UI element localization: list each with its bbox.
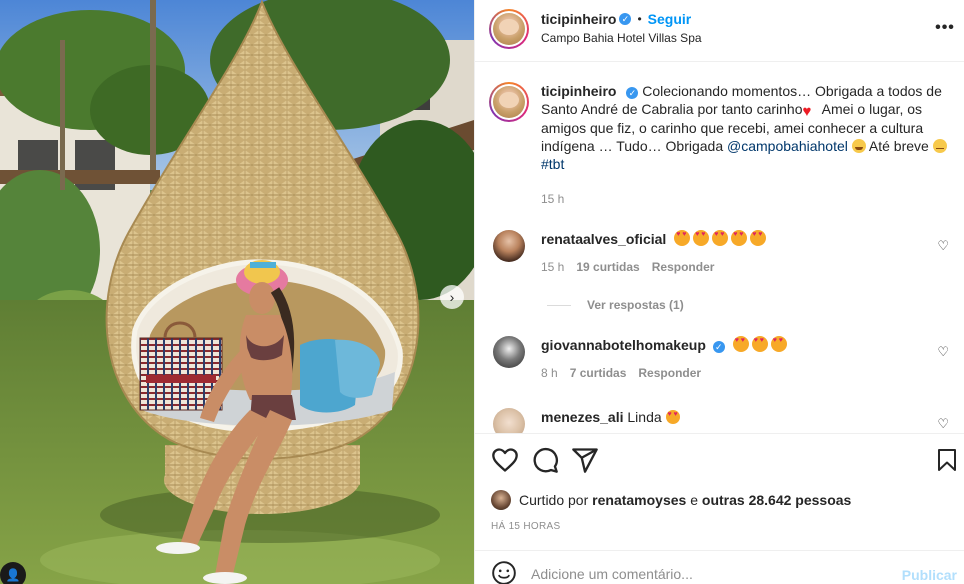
caption-hashtag-link[interactable]: #tbt [541,156,564,172]
commenter-avatar[interactable] [493,230,525,262]
caption-text-part-3: Até breve [865,138,933,154]
post-photo[interactable]: › 👤 [0,0,474,584]
verified-badge-icon: ✓ [619,13,632,25]
like-heart-icon[interactable] [491,446,519,474]
caption-mention-link[interactable]: @campobahiahotel [727,138,848,154]
add-comment-bar: Publicar [475,550,964,584]
red-heart-emoji-icon: ♥ [802,103,812,120]
publish-comment-button[interactable]: Publicar [902,567,957,583]
heart-eyes-emoji-icon [712,230,729,246]
likes-joiner: e [690,492,699,508]
view-replies-button[interactable]: Ver respostas (1) [547,298,684,312]
comment-username[interactable]: menezes_ali [541,409,624,425]
comment-item: menezes_ali Linda ♡ [489,408,959,433]
post-header: ticipinheiro ✓ • Seguir Campo Bahia Hote… [475,0,964,62]
author-avatar[interactable] [489,9,529,49]
replies-divider-line [547,304,571,306]
comment-like-count[interactable]: 19 curtidas [576,260,639,274]
post-location[interactable]: Campo Bahia Hotel Villas Spa [541,31,702,45]
action-bar [475,434,964,486]
verified-badge-icon: ✓ [626,87,639,99]
heart-eyes-emoji-icon [770,336,787,352]
verified-badge-icon: ✓ [712,341,725,353]
next-photo-button[interactable]: › [440,285,464,309]
follow-button[interactable]: Seguir [648,11,692,27]
liker-username[interactable]: renatamoyses [592,492,686,508]
commenter-avatar[interactable] [493,408,525,433]
comment-text: Linda [627,409,662,425]
heart-eyes-emoji-icon [731,230,748,246]
heart-eyes-emoji-icon [693,230,710,246]
commenter-avatar[interactable] [493,336,525,368]
comment-timestamp[interactable]: 15 h [541,260,564,274]
comments-section[interactable]: ticipinheiro ✓ Colecionando momentos… Ob… [475,62,964,434]
caption-author-avatar[interactable] [489,82,529,122]
heart-eyes-emoji-icon [732,336,749,352]
comment-username[interactable]: giovannabotelhomakeup [541,337,706,353]
heart-eyes-emoji-icon [674,230,691,246]
likes-others-count[interactable]: outras 28.642 pessoas [702,492,851,508]
reply-button[interactable]: Responder [638,366,701,380]
grinning-emoji-icon [851,139,866,153]
comment-input[interactable] [531,562,891,584]
heart-eyes-emoji-row [674,230,767,246]
author-username[interactable]: ticipinheiro [541,11,616,27]
reply-button[interactable]: Responder [652,260,715,274]
heart-eyes-emoji-row [732,336,787,352]
view-replies-label: Ver respostas (1) [587,298,684,312]
tagged-users-icon[interactable]: 👤 [0,562,26,584]
comment-item: giovannabotelhomakeup ✓ 8 h 7 curtidas R… [489,336,959,380]
caption-username[interactable]: ticipinheiro [541,83,616,99]
comment-timestamp[interactable]: 8 h [541,366,558,380]
share-send-icon[interactable] [571,446,599,474]
heart-eyes-emoji-icon [750,230,767,246]
comment-username[interactable]: renataalves_oficial [541,231,666,247]
comment-bubble-icon[interactable] [531,446,559,474]
caption-timestamp[interactable]: 15 h [541,192,564,206]
post-side-panel: ticipinheiro ✓ • Seguir Campo Bahia Hote… [474,0,964,584]
heart-outline-icon[interactable]: ♡ [937,344,949,360]
heart-eyes-emoji-icon [751,336,768,352]
heart-outline-icon[interactable]: ♡ [937,238,949,254]
save-bookmark-icon[interactable] [935,446,959,474]
photo-scene [0,0,474,584]
likes-summary[interactable]: Curtido por renatamoyses e outras 28.642… [491,490,851,510]
post-time-ago[interactable]: HÁ 15 HORAS [491,521,560,532]
more-options-icon[interactable]: ••• [933,19,957,39]
comment-item: renataalves_oficial 15 h 19 curtidas Res… [489,230,959,274]
chevron-right-icon: › [449,289,455,305]
comment-like-count[interactable]: 7 curtidas [570,366,627,380]
liker-avatar[interactable] [491,490,511,510]
separator-dot: • [637,12,642,26]
heart-eyes-emoji-icon [665,410,680,424]
heart-outline-icon[interactable]: ♡ [937,416,949,432]
neutral-face-emoji-icon [932,139,947,153]
post-caption: ticipinheiro ✓ Colecionando momentos… Ob… [489,82,959,173]
likes-prefix: Curtido por [519,492,589,508]
emoji-picker-icon[interactable] [491,560,517,584]
